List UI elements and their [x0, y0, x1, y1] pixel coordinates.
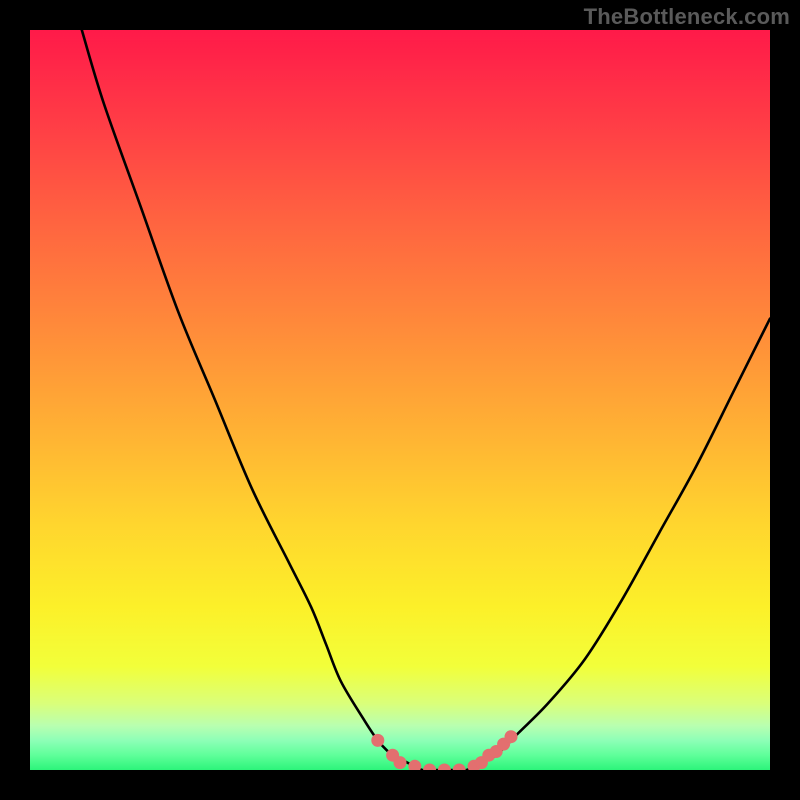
bottleneck-curve-svg	[30, 30, 770, 770]
chart-frame: TheBottleneck.com	[0, 0, 800, 800]
plot-area	[30, 30, 770, 770]
bottleneck-curve-path	[82, 30, 770, 770]
marker-point	[453, 764, 466, 771]
highlight-markers	[371, 730, 517, 770]
marker-point	[438, 764, 451, 771]
marker-point	[371, 734, 384, 747]
watermark-label: TheBottleneck.com	[584, 4, 790, 30]
marker-point	[505, 730, 518, 743]
marker-point	[394, 756, 407, 769]
marker-point	[408, 760, 421, 770]
marker-point	[423, 764, 436, 771]
